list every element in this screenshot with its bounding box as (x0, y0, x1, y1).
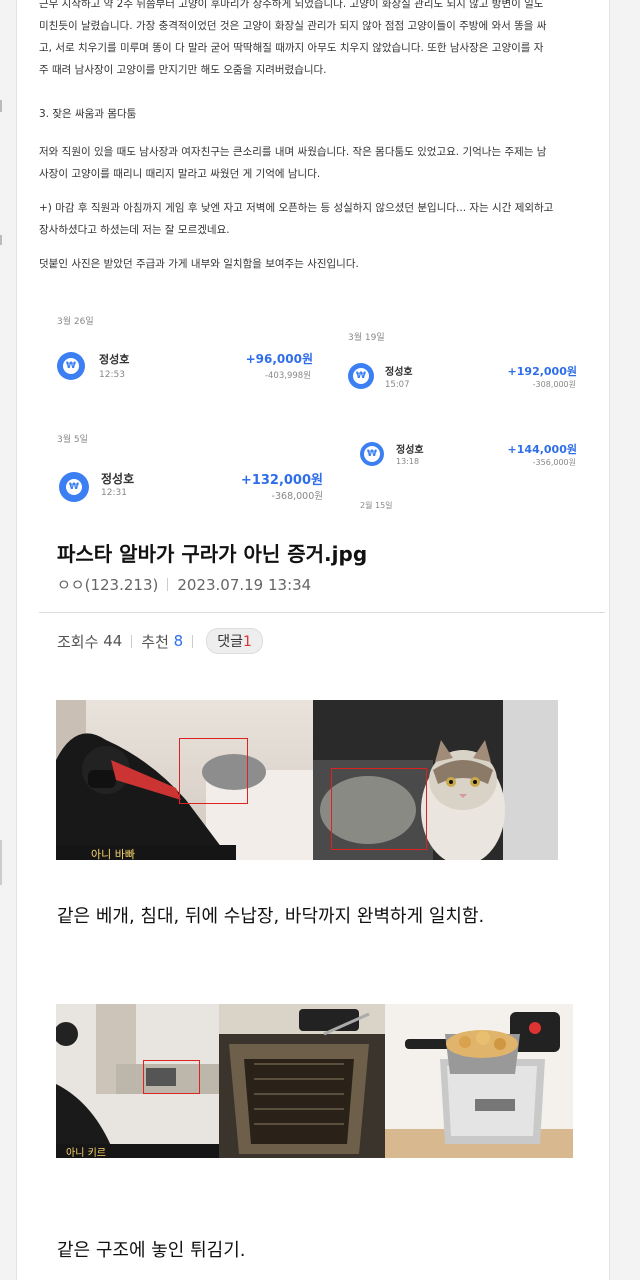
txn-balance: -308,000원 (532, 380, 576, 389)
txn-balance: -403,998원 (264, 371, 311, 381)
section-heading: 3. 잦은 싸움과 몸다툼 (39, 108, 137, 120)
txn-date: 3월 19일 (348, 333, 385, 343)
para2-line: 저와 직원이 있을 때도 남사장과 여자친구는 큰소리를 내며 싸웠습니다. 작… (39, 146, 547, 158)
txn-time: 13:18 (396, 457, 420, 466)
txn-date: 3월 26일 (57, 317, 94, 327)
txn-date: 2월 15일 (360, 501, 393, 510)
txn-amount: +132,000원 (240, 473, 323, 488)
won-coin-icon: ₩ (57, 352, 85, 380)
highlight-box (331, 768, 427, 850)
post-author[interactable]: ㅇㅇ(123.213) (57, 576, 158, 594)
meta-divider (167, 578, 169, 591)
txn-time: 12:31 (101, 488, 127, 498)
comment-label: 댓글 (217, 634, 243, 650)
txn-name: 정성호 (99, 353, 130, 366)
highlight-box (143, 1060, 200, 1094)
post-page: 근무 시작하고 약 2주 뒤쯤부터 고양이 후마리가 상주하게 되었습니다. 고… (16, 0, 610, 1280)
views-count: 44 (103, 632, 123, 650)
comment-button[interactable]: 댓글1 (206, 628, 263, 654)
won-coin-icon: ₩ (59, 472, 89, 502)
stats-divider (131, 634, 133, 648)
caption-2: 같은 구조에 놓인 튀김기. (57, 1240, 246, 1261)
photo-kitchen: 아니 키르 (56, 1004, 219, 1158)
stats-divider (192, 634, 194, 648)
txn-balance: -368,000원 (271, 491, 323, 502)
txn-amount: +192,000원 (507, 365, 577, 378)
para1-line: 미친듯이 날렸습니다. 가장 충격적이었던 것은 고양이 화장실 관리가 되지 … (39, 20, 547, 32)
photo-fryer-basket (219, 1004, 385, 1158)
photo-subtitle: 아니 바빠 (91, 848, 135, 860)
views-label: 조회수 (57, 632, 99, 651)
won-coin-icon: ₩ (348, 363, 374, 389)
para1-line: 고, 서로 치우기를 미루며 똥이 다 말라 굳어 딱딱해질 때까지 아무도 치… (39, 42, 544, 54)
para4: 덧붙인 사진은 받았던 주급과 가게 내부와 일치함을 보여주는 사진입니다. (39, 258, 359, 270)
photo-store-interior: 아니 바빠 (56, 700, 313, 860)
highlight-box (179, 738, 248, 804)
para1-line: 근무 시작하고 약 2주 뒤쯤부터 고양이 후마리가 상주하게 되었습니다. 고… (39, 0, 544, 10)
para2-line: 사장이 고양이를 때리니 때리지 말라고 싸웠던 게 기억에 남니다. (39, 168, 321, 180)
para3-line: +) 마감 후 직원과 아침까지 게임 후 낮엔 자고 저벽에 오픈하는 등 성… (39, 202, 554, 214)
scroll-mark (0, 840, 2, 885)
photo-fryer-product-illustration (385, 1004, 573, 1158)
txn-name: 정성호 (101, 472, 135, 486)
txn-name: 정성호 (396, 445, 424, 456)
post-datetime: 2023.07.19 13:34 (177, 576, 312, 594)
txn-date: 3월 5일 (57, 435, 88, 445)
comment-count: 1 (242, 634, 252, 650)
txn-time: 15:07 (385, 380, 410, 390)
photo-fryer-product (385, 1004, 573, 1158)
txn-name: 정성호 (385, 367, 413, 378)
post-meta: ㅇㅇ(123.213) 2023.07.19 13:34 (57, 574, 311, 595)
para3-line: 장사하셨다고 하셨는데 저는 잘 모르겠네요. (39, 224, 230, 236)
embedded-text-screenshot: 근무 시작하고 약 2주 뒤쯤부터 고양이 후마리가 상주하게 되었습니다. 고… (39, 0, 605, 290)
won-coin-icon: ₩ (360, 442, 384, 466)
scroll-mark (0, 100, 2, 112)
txn-amount: +144,000원 (507, 443, 577, 456)
recommend-count: 8 (173, 632, 184, 650)
photo-cat (313, 700, 558, 860)
txn-time: 12:53 (99, 370, 125, 380)
header-divider (39, 612, 605, 613)
txn-balance: -356,000원 (532, 458, 576, 467)
photo-fryer-illustration (219, 1004, 385, 1158)
post-title: 파스타 알바가 구라가 아닌 증거.jpg (57, 542, 368, 566)
txn-amount: +96,000원 (245, 352, 313, 366)
recommend-label: 추천 (141, 632, 169, 651)
scroll-mark (0, 235, 2, 245)
caption-1: 같은 베개, 침대, 뒤에 수납장, 바닥까지 완벽하게 일치함. (57, 906, 485, 927)
post-stats: 조회수 44 추천 8 댓글1 (57, 628, 263, 654)
para1-line: 주 때려 남사장이 고양이를 만지기만 해도 오줌을 지려버렸습니다. (39, 64, 327, 76)
photo-subtitle: 아니 키르 (66, 1147, 106, 1158)
